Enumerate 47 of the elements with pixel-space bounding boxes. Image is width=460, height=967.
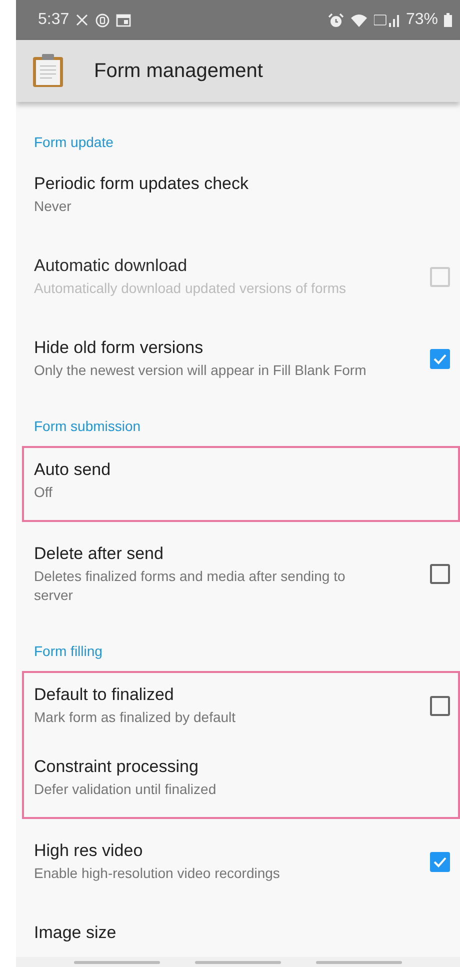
close-icon — [75, 13, 90, 27]
preference-summary: Off — [34, 483, 54, 502]
preference-item[interactable]: Default to finalized Mark form as finalized by default — [24, 673, 458, 745]
navigation-handle[interactable] — [74, 960, 160, 964]
preference-summary: Only the newest version will appear in Fill Blank Form — [34, 361, 368, 380]
preference-item[interactable]: High res video Enable high-resolution video recordings — [16, 829, 460, 911]
navigation-handle[interactable] — [316, 960, 402, 964]
preference-item[interactable]: Auto send Off — [24, 448, 458, 520]
preference-summary: Deletes finalized forms and media after sending to server — [34, 567, 346, 605]
preference-title: Periodic form updates check — [34, 173, 250, 195]
preference-summary: Automatically download updated versions of forms — [34, 279, 348, 298]
preference-title: Default to finalized — [34, 684, 175, 706]
navigation-handle[interactable] — [194, 960, 281, 964]
wifi-icon — [350, 13, 368, 27]
clipboard-icon — [32, 54, 64, 88]
screen-title: Form management — [94, 60, 263, 82]
checkbox[interactable] — [430, 564, 450, 584]
checkmark-icon — [433, 856, 447, 868]
status-time: 5:37 — [38, 11, 70, 29]
alarm-icon — [328, 12, 344, 28]
section-header: Form filling — [33, 642, 104, 661]
checkbox[interactable] — [430, 348, 450, 368]
section-header: Form update — [33, 133, 114, 152]
calendar-icon — [116, 14, 132, 26]
preference-item[interactable]: Periodic form updates check Never — [16, 162, 460, 244]
preference-title: High res video — [34, 840, 144, 862]
signal-icon — [374, 13, 400, 27]
checkbox[interactable] — [430, 852, 450, 872]
preference-item[interactable]: Image size — [16, 911, 460, 967]
preference-item[interactable]: Constraint processing Defer validation until finalized — [24, 745, 458, 817]
preference-title: Hide old form versions — [34, 337, 204, 359]
preference-summary: Defer validation until finalized — [34, 780, 218, 799]
preference-title: Auto send — [34, 459, 112, 481]
preference-title: Automatic download — [34, 255, 188, 277]
preference-title: Constraint processing — [34, 756, 200, 778]
preference-title: Image size — [34, 922, 118, 944]
battery-icon — [444, 13, 452, 27]
preference-summary: Enable high-resolution video recordings — [34, 864, 281, 883]
checkmark-icon — [433, 352, 447, 364]
preference-summary: Never — [34, 197, 72, 216]
preference-item[interactable]: Delete after send Deletes finalized forms and media after sending to server — [16, 532, 460, 633]
preference-title: Delete after send — [34, 543, 164, 565]
checkbox[interactable] — [430, 696, 450, 716]
preference-item[interactable]: Hide old form versions Only the newest version will appear in Fill Blank Form — [16, 326, 460, 408]
section-header: Form submission — [33, 417, 142, 436]
preference-summary: Mark form as finalized by default — [34, 708, 237, 727]
battery-percent: 73% — [406, 11, 438, 29]
